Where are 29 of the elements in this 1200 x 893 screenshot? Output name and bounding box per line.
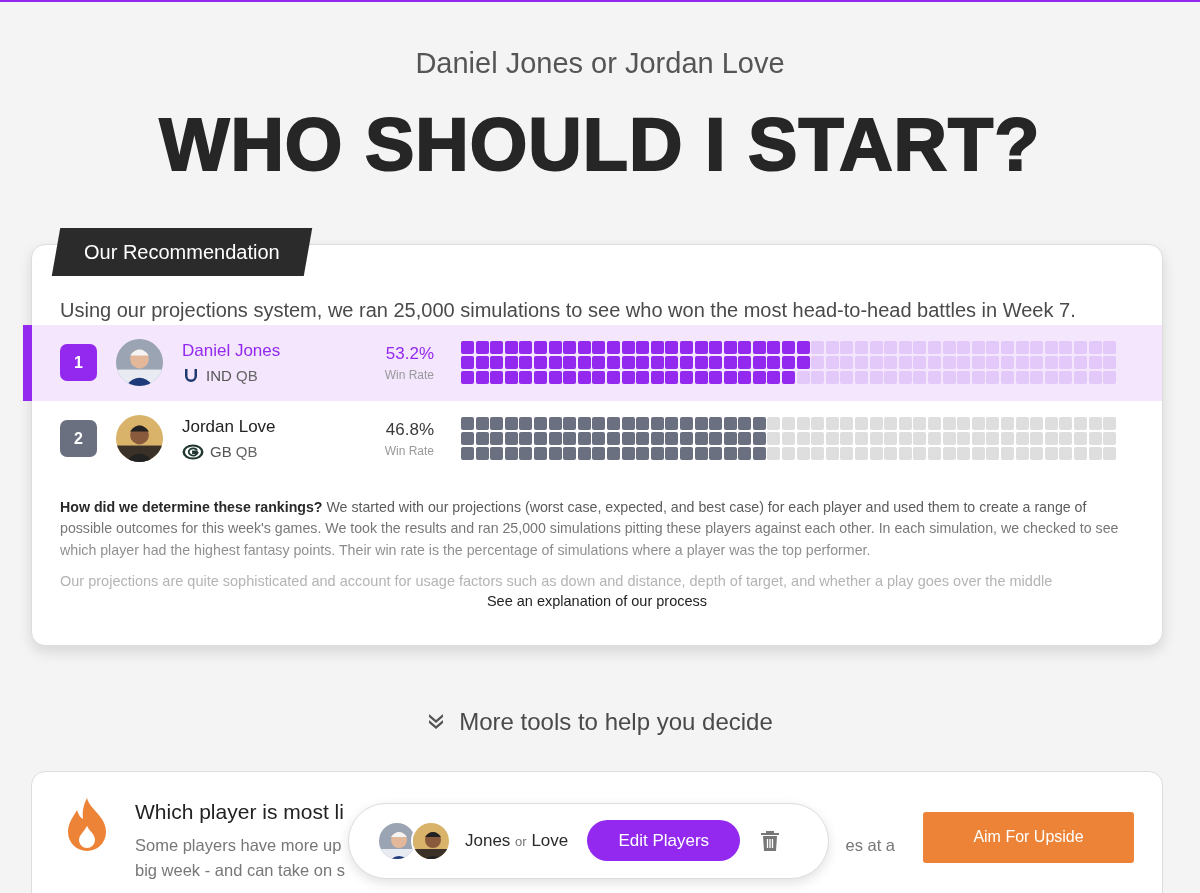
chevrons-down-icon [427,712,446,731]
rank-badge: 2 [60,420,97,457]
compare-names: Jones or Love [465,829,569,852]
tool-title: Which player is most li [135,798,345,825]
win-rate-label: Win Rate [383,443,434,461]
rank-badge: 1 [60,344,97,381]
player-name[interactable]: Jordan Love [182,413,352,439]
win-rate-label: Win Rate [383,367,434,385]
explanation-link[interactable]: See an explanation of our process [486,592,708,609]
win-rate: 53.2% [384,342,434,365]
page-title: WHO SHOULD I START? [158,107,1042,182]
team-position: GB QB [210,442,258,462]
faded-text: Our projections are quite sophisticated and account for usage factors such as down and distance, depth of target, and whether a play goes over the middle [59,572,1054,591]
team-position: IND QB [206,366,258,386]
tool-description: big week - and can take on s [135,860,347,881]
recommendation-tag: Our Recommendation [51,227,312,276]
intro-text: Using our projections system, we ran 25,000 simulations to see who won the most head-to-head battles in Week 7. [60,297,1077,323]
player-name[interactable]: Daniel Jones [182,337,352,363]
tool-description: es at a [845,835,895,856]
matchup-subtitle: Daniel Jones or Jordan Love [414,46,786,81]
explanation-text: How did we determine these rankings? We started with our projections (worst case, expected, and best case) for each player and used them to create a range of possible outcomes for this week's games. We took the results and ran 25,000 simulations pitting these players against each other. In each simulation, we checked to see which player had the highest fantasy points. Their win rate is the percentage of simulations where a player was the top performer. [59,497,1120,560]
team-logo-icon [182,444,204,461]
more-tools-heading: More tools to help you decide [459,706,773,737]
win-rate: 46.8% [384,418,434,441]
delete-icon[interactable] [760,829,781,852]
tool-description: Some players have more up [135,835,342,856]
player-row[interactable]: 1 Daniel Jones IND QB 53.2% Win Rate [23,324,1162,401]
edit-players-button[interactable]: Edit Players [587,820,741,861]
player-row[interactable]: 2 Jordan Love GB QB 46.8% Win Rate [23,400,1162,477]
